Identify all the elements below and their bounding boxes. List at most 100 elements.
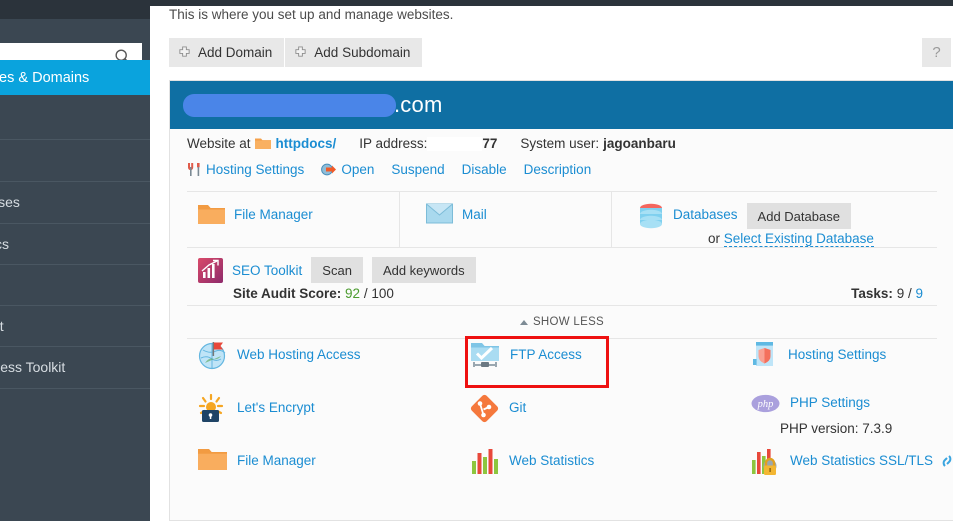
lets-encrypt-item[interactable]: Let's Encrypt	[198, 394, 315, 423]
chevron-up-icon	[519, 319, 528, 325]
tasks-label: Tasks:	[851, 286, 893, 301]
lets-encrypt-icon	[198, 394, 224, 422]
show-less-toggle[interactable]: SHOW LESS	[519, 316, 605, 328]
bar-chart-lock-icon	[752, 449, 777, 475]
toolbar: Add Domain Add Subdomain	[169, 38, 423, 67]
hosting-settings-action[interactable]: Hosting Settings	[187, 162, 304, 177]
mail-tile[interactable]: Mail	[399, 192, 611, 247]
ip-address-label: IP address:	[359, 136, 428, 151]
svg-text:php: php	[757, 399, 774, 410]
file-manager-item[interactable]: File Manager	[198, 447, 316, 472]
git-label: Git	[509, 400, 527, 415]
add-subdomain-label: Add Subdomain	[314, 45, 411, 60]
databases-label: Databases	[673, 207, 738, 222]
seo-toolkit-header: SEO Toolkit Scan Add keywords	[198, 257, 476, 283]
plesk-screen: Websites & Domains Databases Statistics …	[0, 0, 953, 521]
add-domain-button[interactable]: Add Domain	[169, 38, 285, 67]
open-label: Open	[341, 162, 375, 177]
feature-grid-row: Let's Encrypt Git php PHP Settings PHP v…	[187, 394, 953, 447]
page-intro-text: This is where you set up and manage webs…	[169, 7, 454, 22]
link-icon	[942, 455, 952, 467]
sidebar-item-websites-and-domains[interactable]: Websites & Domains	[0, 60, 150, 95]
main-topbar	[150, 0, 953, 6]
select-existing-database-row: or Select Existing Database	[708, 231, 874, 247]
sidebar-item-label: WordPress Toolkit	[0, 359, 66, 375]
web-hosting-access-item[interactable]: Web Hosting Access	[198, 341, 361, 370]
httpdocs-link[interactable]: httpdocs/	[276, 136, 337, 151]
ip-address-redaction	[427, 136, 483, 151]
shield-icon	[753, 342, 773, 366]
show-less-row: SHOW LESS	[187, 306, 937, 339]
feature-grid-row: Web Hosting Access FTP Access Hosting Se…	[187, 336, 953, 394]
sidebar-item-0[interactable]	[0, 96, 150, 137]
system-user-label: System user:	[520, 136, 600, 151]
folder-icon	[198, 449, 227, 470]
folder-icon	[198, 205, 225, 224]
tasks-total-link[interactable]: 9	[915, 286, 923, 301]
globe-flag-icon	[198, 342, 226, 370]
disable-action[interactable]: Disable	[462, 162, 507, 177]
or-label: or	[708, 231, 721, 246]
tasks-done: 9 /	[896, 286, 912, 301]
hosting-settings-item[interactable]: Hosting Settings	[751, 341, 886, 370]
scan-button[interactable]: Scan	[311, 257, 363, 283]
git-item[interactable]: Git	[470, 394, 526, 423]
php-version-text: PHP version: 7.3.9	[780, 421, 893, 436]
seo-toolkit-label: SEO Toolkit	[232, 262, 303, 278]
help-button[interactable]: ?	[922, 38, 951, 67]
seo-stats: Site Audit Score: 92 / 100 Tasks: 9 / 9	[233, 286, 923, 301]
add-database-button[interactable]: Add Database	[746, 203, 851, 229]
sidebar-item-account[interactable]: Account	[0, 305, 150, 346]
show-less-label: SHOW LESS	[532, 316, 605, 328]
site-audit-total: / 100	[363, 286, 394, 301]
system-user-value: jagoanbaru	[603, 136, 676, 151]
select-existing-database-link[interactable]: Select Existing Database	[723, 231, 874, 247]
bar-chart-icon	[472, 449, 498, 474]
envelope-icon	[426, 203, 453, 224]
mail-label: Mail	[462, 207, 487, 222]
sidebar-item-label: Databases	[0, 194, 20, 210]
sidebar-item-7[interactable]	[0, 388, 150, 429]
site-info-line: Website at httpdocs/ IP address: 77 Syst…	[187, 136, 676, 151]
sidebar-item-databases[interactable]: Databases	[0, 181, 150, 222]
web-statistics-item[interactable]: Web Statistics	[470, 447, 594, 476]
domain-panel-header: .com	[170, 81, 953, 129]
ip-address-value: 77	[482, 136, 498, 151]
sidebar: Websites & Domains Databases Statistics …	[0, 0, 150, 521]
website-at-label: Website at	[187, 136, 251, 151]
seo-chart-icon	[198, 257, 223, 283]
sidebar-search-area	[0, 19, 150, 70]
seo-tasks: Tasks: 9 / 9	[851, 286, 923, 301]
web-statistics-label: Web Statistics	[509, 453, 595, 468]
site-audit-label: Site Audit Score:	[233, 286, 342, 301]
databases-tile[interactable]: Databases Add Database or Select Existin…	[611, 192, 937, 247]
add-domain-label: Add Domain	[198, 45, 273, 60]
sidebar-item-users[interactable]: Users	[0, 264, 150, 305]
php-settings-label: PHP Settings	[790, 395, 871, 410]
sidebar-item-wordpress-toolkit[interactable]: WordPress Toolkit	[0, 346, 150, 387]
lets-encrypt-label: Let's Encrypt	[237, 400, 315, 415]
sidebar-active-label: Websites & Domains	[0, 69, 90, 86]
question-mark-icon: ?	[932, 44, 941, 61]
php-settings-item[interactable]: php PHP Settings	[751, 394, 870, 413]
open-action[interactable]: Open	[321, 162, 374, 177]
git-icon	[470, 394, 499, 423]
add-subdomain-button[interactable]: Add Subdomain	[285, 38, 423, 67]
ftp-access-item[interactable]: FTP Access	[470, 341, 582, 370]
domain-panel: .com Website at httpdocs/ IP address: 77…	[169, 80, 953, 521]
sidebar-item-label: Account	[0, 318, 4, 334]
sidebar-item-statistics[interactable]: Statistics	[0, 223, 150, 264]
file-manager-tile[interactable]: File Manager	[187, 192, 399, 247]
edge-link-icon[interactable]	[939, 454, 953, 473]
database-icon	[640, 203, 662, 229]
web-statistics-ssl-item[interactable]: Web Statistics SSL/TLS	[751, 447, 933, 476]
description-action[interactable]: Description	[524, 162, 592, 177]
tools-icon	[188, 163, 200, 176]
web-statistics-ssl-label: Web Statistics SSL/TLS	[790, 453, 934, 468]
suspend-action[interactable]: Suspend	[391, 162, 444, 177]
sidebar-topbar	[0, 0, 150, 19]
add-keywords-button[interactable]: Add keywords	[371, 257, 476, 283]
sidebar-item-1[interactable]	[0, 139, 150, 180]
open-external-icon	[321, 163, 337, 176]
ftp-folder-icon	[471, 343, 499, 367]
